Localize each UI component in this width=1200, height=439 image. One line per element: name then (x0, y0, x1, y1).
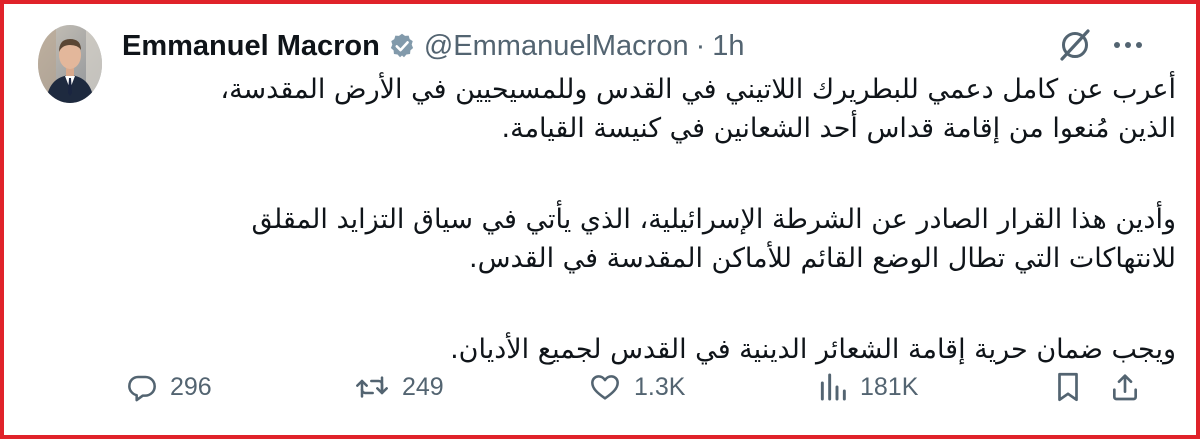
more-dots-icon[interactable] (1108, 30, 1148, 60)
verified-badge-icon[interactable] (388, 32, 416, 60)
repost-button[interactable]: 249 (354, 367, 444, 407)
views-button[interactable]: 181K (818, 367, 918, 407)
share-icon (1110, 371, 1140, 403)
share-button[interactable] (1110, 367, 1140, 407)
heart-icon (588, 371, 622, 403)
post-line: ويجب ضمان حرية إقامة الشعائر الدينية في … (450, 334, 1176, 365)
handle[interactable]: @EmmanuelMacron (424, 30, 689, 63)
separator-dot: · (695, 29, 706, 62)
bookmark-icon (1053, 370, 1083, 404)
repost-icon (354, 371, 390, 403)
display-name[interactable]: Emmanuel Macron (122, 30, 380, 63)
post-line: وأدين هذا القرار الصادر عن الشرطة الإسرا… (251, 204, 1176, 235)
like-count: 1.3K (634, 372, 686, 401)
reply-icon (126, 371, 158, 403)
post-text: أعرب عن كامل دعمي للبطريرك اللاتيني في ا… (120, 70, 1176, 369)
post-line: للانتهاكات التي تطال الوضع القائم للأماك… (469, 243, 1176, 274)
post-line: الذين مُنعوا من إقامة قداس أحد الشعانين … (501, 113, 1176, 144)
post-header: Emmanuel Macron @EmmanuelMacron · 1h (122, 26, 745, 66)
reply-button[interactable]: 296 (126, 367, 212, 407)
reply-count: 296 (170, 372, 212, 401)
grok-slash-icon[interactable] (1057, 27, 1093, 63)
post-line: أعرب عن كامل دعمي للبطريرك اللاتيني في ا… (220, 74, 1176, 105)
like-button[interactable]: 1.3K (588, 367, 685, 407)
avatar[interactable] (38, 25, 102, 103)
views-count: 181K (860, 372, 919, 401)
bookmark-button[interactable] (1053, 367, 1083, 407)
profile-photo (38, 25, 102, 103)
repost-count: 249 (402, 372, 444, 401)
timestamp[interactable]: 1h (712, 30, 744, 63)
views-chart-icon (818, 371, 848, 403)
